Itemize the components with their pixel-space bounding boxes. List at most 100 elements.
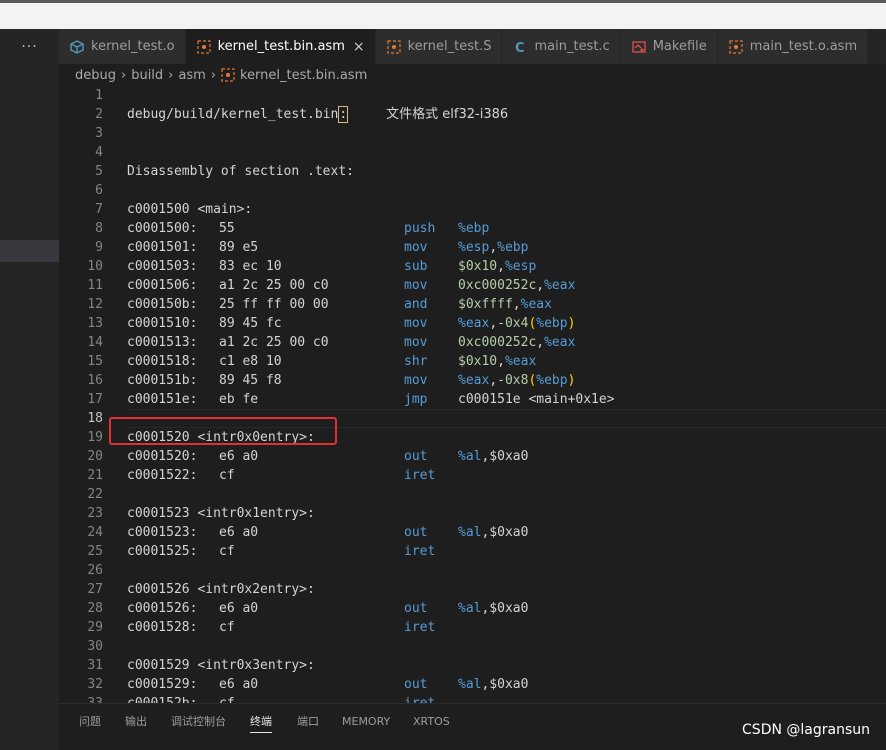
- code-line: c0001525: cf iret: [127, 542, 886, 561]
- instr-address: c0001503:: [127, 259, 198, 274]
- instr-mnemonic: mov: [404, 316, 428, 331]
- instr-mnemonic: mov: [404, 335, 428, 350]
- tab-2[interactable]: kernel_test.S: [375, 29, 503, 64]
- line-number: 6: [95, 183, 103, 198]
- file-format: 文件格式 elf32-i386: [386, 107, 509, 122]
- operand-token: %eax: [458, 373, 490, 388]
- instr-bytes: 89 45 fc: [219, 316, 282, 331]
- instr-mnemonic: iret: [404, 544, 436, 559]
- operand-token: %ebp: [497, 240, 529, 255]
- operand-token: ,: [536, 335, 545, 350]
- instr-bytes: c1 e8 10: [219, 354, 282, 369]
- asm-icon: [196, 39, 212, 55]
- instr-mnemonic: mov: [404, 278, 428, 293]
- operand-token: %al: [458, 449, 482, 464]
- breadcrumb-item[interactable]: debug: [75, 68, 116, 83]
- code-line: c000151e: eb fe jmp c000151e <main+0x1e>: [127, 390, 886, 409]
- instr-address: c0001513:: [127, 335, 198, 350]
- instr-mnemonic: push: [404, 221, 436, 236]
- operand-token: %eax: [458, 316, 490, 331]
- code-line: c000150b: 25 ff ff 00 00 and $0xffff,%eax: [127, 295, 886, 314]
- breadcrumb-item[interactable]: build: [131, 68, 163, 83]
- instr-address: c0001510:: [127, 316, 198, 331]
- annotation-highlight-box: [109, 417, 337, 445]
- close-icon[interactable]: ×: [353, 39, 365, 55]
- line-number: 18: [87, 411, 103, 426]
- tab-1[interactable]: kernel_test.bin.asm ×: [185, 29, 376, 64]
- instr-bytes: eb fe: [219, 392, 259, 407]
- line-number: 21: [87, 468, 103, 483]
- section-header: Disassembly of section .text:: [127, 164, 354, 179]
- operand-token: ,: [489, 373, 498, 388]
- instr-operands: %al,$0xa0: [458, 675, 528, 694]
- instr-mnemonic: out: [404, 525, 428, 540]
- chevron-right-icon: ›: [210, 67, 216, 83]
- tab-4[interactable]: Makefile: [620, 29, 718, 64]
- tab-5[interactable]: main_test.o.asm: [717, 29, 869, 64]
- operand-token: 0xc000252c: [458, 335, 537, 350]
- instr-address: c0001500:: [127, 221, 198, 236]
- line-number: 30: [87, 639, 103, 654]
- breadcrumb-item[interactable]: kernel_test.bin.asm: [240, 68, 367, 83]
- watermark: CSDN @lagransun: [742, 722, 870, 738]
- code-line: c0001526: e6 a0 out %al,$0xa0: [127, 599, 886, 618]
- operand-token: %ebp: [458, 221, 490, 236]
- tab-label: kernel_test.S: [407, 39, 492, 54]
- instr-operands: %eax,-0x4(%ebp): [458, 314, 575, 333]
- operand-token: %eax: [520, 297, 552, 312]
- instr-bytes: a1 2c 25 00 c0: [219, 278, 329, 293]
- code-line: c0001526 <intr0x2entry>:: [127, 580, 886, 599]
- instr-bytes: 83 ec 10: [219, 259, 282, 274]
- panel-tab-0[interactable]: 问题: [79, 712, 101, 732]
- instr-operands: $0x10,%esp: [458, 257, 536, 276]
- instr-mnemonic: mov: [404, 373, 428, 388]
- code-area[interactable]: debug/build/kernel_test.bin: 文件格式 elf32-i…: [127, 86, 886, 703]
- instr-mnemonic: jmp: [404, 392, 428, 407]
- line-number-gutter: 1 2 3 4 5 6 7 8 9 10 11 12 13 14 15 16 17 18 19 20 21 22 23 24 2…: [59, 86, 103, 703]
- instr-mnemonic: iret: [404, 694, 435, 703]
- instr-operands: %esp,%ebp: [458, 238, 528, 257]
- breadcrumb-item[interactable]: asm: [178, 68, 205, 83]
- panel-tab-2[interactable]: 调试控制台: [171, 712, 226, 732]
- code-editor[interactable]: 1 2 3 4 5 6 7 8 9 10 11 12 13 14 15 16 17 18 19 20 21 22 23 24 2…: [59, 86, 886, 703]
- tab-3[interactable]: Cmain_test.c: [502, 29, 621, 64]
- line-number: 15: [87, 354, 103, 369]
- tab-0[interactable]: kernel_test.o: [59, 29, 186, 64]
- panel-tab-3[interactable]: 终端: [250, 712, 272, 733]
- operand-token: ,$0xa0: [481, 601, 529, 616]
- line-number: 4: [95, 145, 103, 160]
- operand-token: ): [567, 373, 576, 388]
- panel-tab-5[interactable]: MEMORY: [342, 712, 390, 732]
- operand-token: ,: [512, 297, 521, 312]
- code-line: c0001529: e6 a0 out %al,$0xa0: [127, 675, 886, 694]
- operand-token: %al: [458, 677, 482, 692]
- more-actions-button[interactable]: ···: [0, 29, 59, 64]
- instr-address: c0001518:: [127, 354, 198, 369]
- instr-address: c0001522:: [127, 468, 198, 483]
- panel-tab-6[interactable]: XRTOS: [413, 712, 450, 732]
- title-bar: [0, 3, 886, 29]
- instr-mnemonic: iret: [404, 620, 436, 635]
- code-line: c0001518: c1 e8 10 shr $0x10,%eax: [127, 352, 886, 371]
- asm-icon: [728, 39, 744, 55]
- line-number: 31: [87, 658, 103, 673]
- svg-text:C: C: [515, 41, 525, 54]
- line-number: 16: [87, 373, 103, 388]
- instr-bytes: e6 a0: [219, 525, 259, 540]
- instr-address: c0001501:: [127, 240, 198, 255]
- instr-bytes: cf: [219, 620, 235, 635]
- panel-tab-4[interactable]: 端口: [297, 712, 319, 732]
- operand-token: c000151e <main+0x1e>: [458, 392, 615, 407]
- side-bar-selection[interactable]: [0, 240, 59, 262]
- instr-operands: %al,$0xa0: [458, 523, 528, 542]
- line-number: 8: [95, 221, 103, 236]
- instr-mnemonic: sub: [404, 259, 428, 274]
- panel-tab-1[interactable]: 输出: [125, 712, 147, 732]
- code-line: c0001506: a1 2c 25 00 c0 mov 0xc000252c,%ea…: [127, 276, 886, 295]
- operand-token: %ebp: [536, 373, 568, 388]
- instr-bytes: cf: [219, 468, 235, 483]
- instr-operands: c000151e <main+0x1e>: [458, 390, 615, 409]
